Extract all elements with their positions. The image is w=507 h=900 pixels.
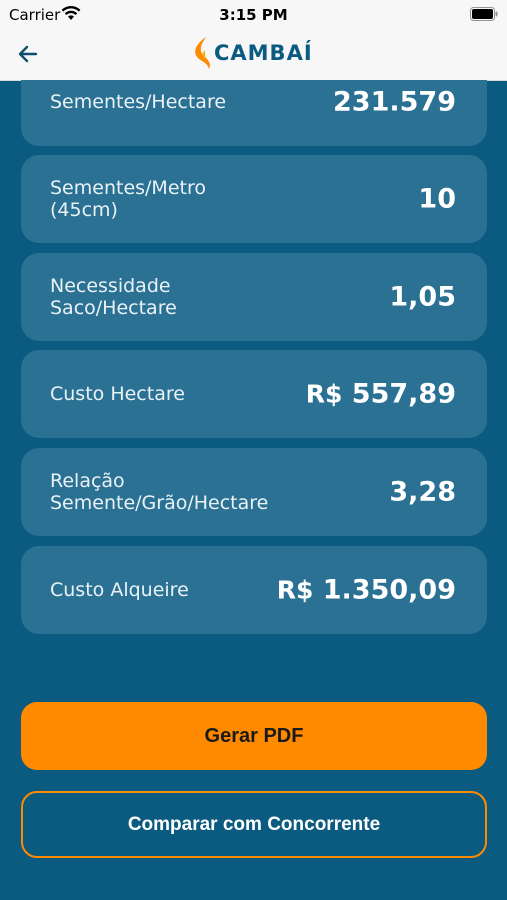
flame-icon: [195, 37, 210, 69]
result-card-seeds-per-meter: Sementes/Metro (45cm) 10: [21, 155, 487, 243]
results-list[interactable]: Sementes/Hectare 231.579 Sementes/Metro …: [0, 80, 507, 900]
result-value: 231.579: [333, 86, 456, 118]
result-card-seeds-per-hectare: Sementes/Hectare 231.579: [21, 80, 487, 146]
result-label: Necessidade Saco/Hectare: [50, 275, 177, 319]
clock: 3:15 PM: [219, 6, 288, 24]
result-value: R$ 557,89: [305, 378, 456, 410]
brand-logo: CAMBAÍ: [193, 36, 313, 70]
result-label: Custo Alqueire: [50, 579, 189, 601]
result-card-cost-per-alqueire: Custo Alqueire R$ 1.350,09: [21, 546, 487, 634]
currency-symbol: R$: [276, 575, 314, 605]
navigation-bar: CAMBAÍ: [0, 30, 507, 81]
generate-pdf-button[interactable]: Gerar PDF: [21, 702, 487, 770]
result-label: Relação Semente/Grão/Hectare: [50, 470, 269, 514]
result-label: Custo Hectare: [50, 383, 185, 405]
result-value: 1,05: [389, 281, 456, 313]
compare-competitor-button[interactable]: Comparar com Concorrente: [21, 791, 487, 858]
brand-name: CAMBAÍ: [214, 41, 313, 65]
result-value: 10: [418, 183, 456, 215]
result-value: R$ 1.350,09: [276, 574, 456, 606]
result-card-seed-grain-ratio: Relação Semente/Grão/Hectare 3,28: [21, 448, 487, 536]
result-label: Sementes/Hectare: [50, 91, 227, 113]
battery-icon: [470, 7, 498, 25]
status-bar: Carrier 3:15 PM: [0, 0, 507, 30]
result-card-cost-per-hectare: Custo Hectare R$ 557,89: [21, 350, 487, 438]
result-value: 3,28: [389, 476, 456, 508]
back-arrow-icon[interactable]: [16, 42, 40, 70]
currency-symbol: R$: [305, 379, 343, 409]
result-card-bags-per-hectare: Necessidade Saco/Hectare 1,05: [21, 253, 487, 341]
result-label: Sementes/Metro (45cm): [50, 177, 206, 221]
